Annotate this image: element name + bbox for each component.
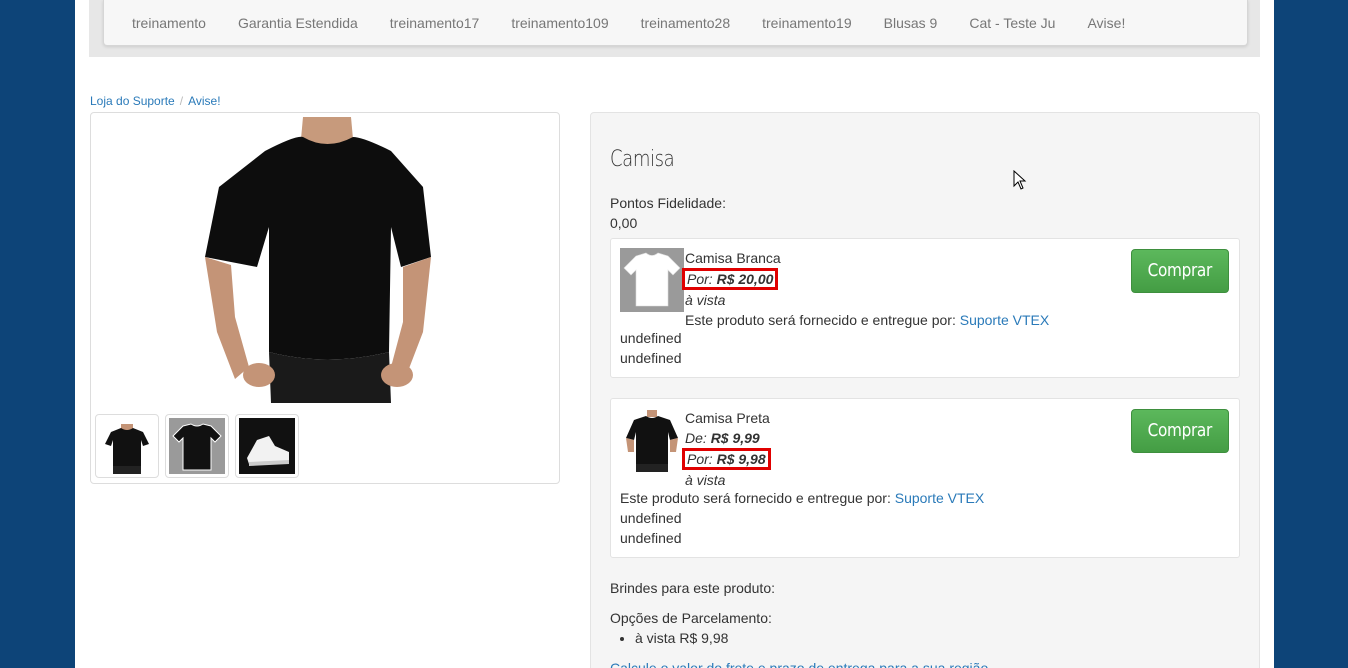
nav-wrapper: treinamento Garantia Estendida treinamen… [89,0,1260,57]
nav-item-avise[interactable]: Avise! [1071,15,1141,31]
nav-item-treinamento[interactable]: treinamento [116,15,222,31]
installment-option: à vista R$ 9,98 [635,630,728,646]
nav-item-treinamento109[interactable]: treinamento109 [495,15,624,31]
seller-link[interactable]: Suporte VTEX [895,490,985,506]
shipping-calculator-link[interactable]: Calcule o valor do frete e prazo de entr… [610,660,988,668]
price-highlight-box: Por: R$ 20,00 [682,268,779,290]
gifts-label: Brindes para este produto: [610,580,775,596]
sku-por-price: R$ 9,98 [716,451,766,467]
sku-price-por: Por: R$ 9,98 [682,448,771,470]
product-title: Camisa [610,147,675,172]
sku-a-vista: à vista [685,472,726,488]
product-gallery [90,112,560,484]
thumbnail-white-sneaker[interactable] [235,414,299,478]
breadcrumb-home-link[interactable]: Loja do Suporte [90,94,175,108]
price-highlight-box: Por: R$ 9,98 [682,448,771,470]
installments-list: à vista R$ 9,98 [635,630,728,646]
sku-price-por: Por: R$ 20,00 [682,268,1049,290]
mouse-cursor-icon [1013,170,1027,190]
thumbnail-model-black-shirt[interactable] [95,414,159,478]
sku-extra-1: undefined [620,330,682,346]
sku-extra-1: undefined [620,510,682,526]
loyalty-points-value: 0,00 [610,215,638,231]
product-info-panel: Camisa Pontos Fidelidade: 0,00 Camisa Br… [590,112,1260,668]
breadcrumb: Loja do Suporte / Avise! [90,94,221,108]
sku-a-vista: à vista [685,292,726,308]
buy-button[interactable]: Comprar [1131,249,1229,293]
buy-button[interactable]: Comprar [1131,409,1229,453]
black-tshirt-model-image [191,117,461,403]
loyalty-points-label: Pontos Fidelidade: [610,195,726,211]
thumbnail-strip [95,414,299,478]
sku-seller: Este produto será fornecido e entregue p… [620,490,985,506]
sku-details: Camisa Preta De: R$ 9,99 Por: R$ 9,98 à … [682,408,771,490]
sku-details: Camisa Branca Por: R$ 20,00 à vista Este… [682,248,1050,330]
sku-name: Camisa Preta [685,410,770,426]
nav-item-treinamento19[interactable]: treinamento19 [746,15,868,31]
page: treinamento Garantia Estendida treinamen… [75,0,1274,668]
sku-image-black-shirt[interactable] [620,408,684,472]
sku-de-price: R$ 9,99 [710,430,760,446]
sku-extra-2: undefined [620,530,682,546]
sku-price-de: De: R$ 9,99 [685,430,760,446]
sku-name: Camisa Branca [685,250,781,266]
seller-link[interactable]: Suporte VTEX [960,312,1050,328]
nav-item-cat-teste-ju[interactable]: Cat - Teste Ju [953,15,1071,31]
sku-por-price: R$ 20,00 [716,271,774,287]
thumbnail-black-shirt-flat[interactable] [165,414,229,478]
sku-card-camisa-branca: Camisa Branca Por: R$ 20,00 à vista Este… [610,238,1240,378]
sku-image-white-shirt[interactable] [620,248,684,312]
nav-item-blusas-9[interactable]: Blusas 9 [868,15,954,31]
breadcrumb-category-link[interactable]: Avise! [188,94,220,108]
nav-item-treinamento28[interactable]: treinamento28 [625,15,747,31]
breadcrumb-separator: / [179,94,184,108]
category-navbar: treinamento Garantia Estendida treinamen… [103,0,1248,46]
nav-item-garantia-estendida[interactable]: Garantia Estendida [222,15,374,31]
sku-card-camisa-preta: Camisa Preta De: R$ 9,99 Por: R$ 9,98 à … [610,398,1240,558]
nav-item-treinamento17[interactable]: treinamento17 [374,15,496,31]
sku-seller: Este produto será fornecido e entregue p… [685,312,1050,328]
installments-label: Opções de Parcelamento: [610,610,772,626]
product-main-image[interactable] [191,117,461,403]
sku-extra-2: undefined [620,350,682,366]
